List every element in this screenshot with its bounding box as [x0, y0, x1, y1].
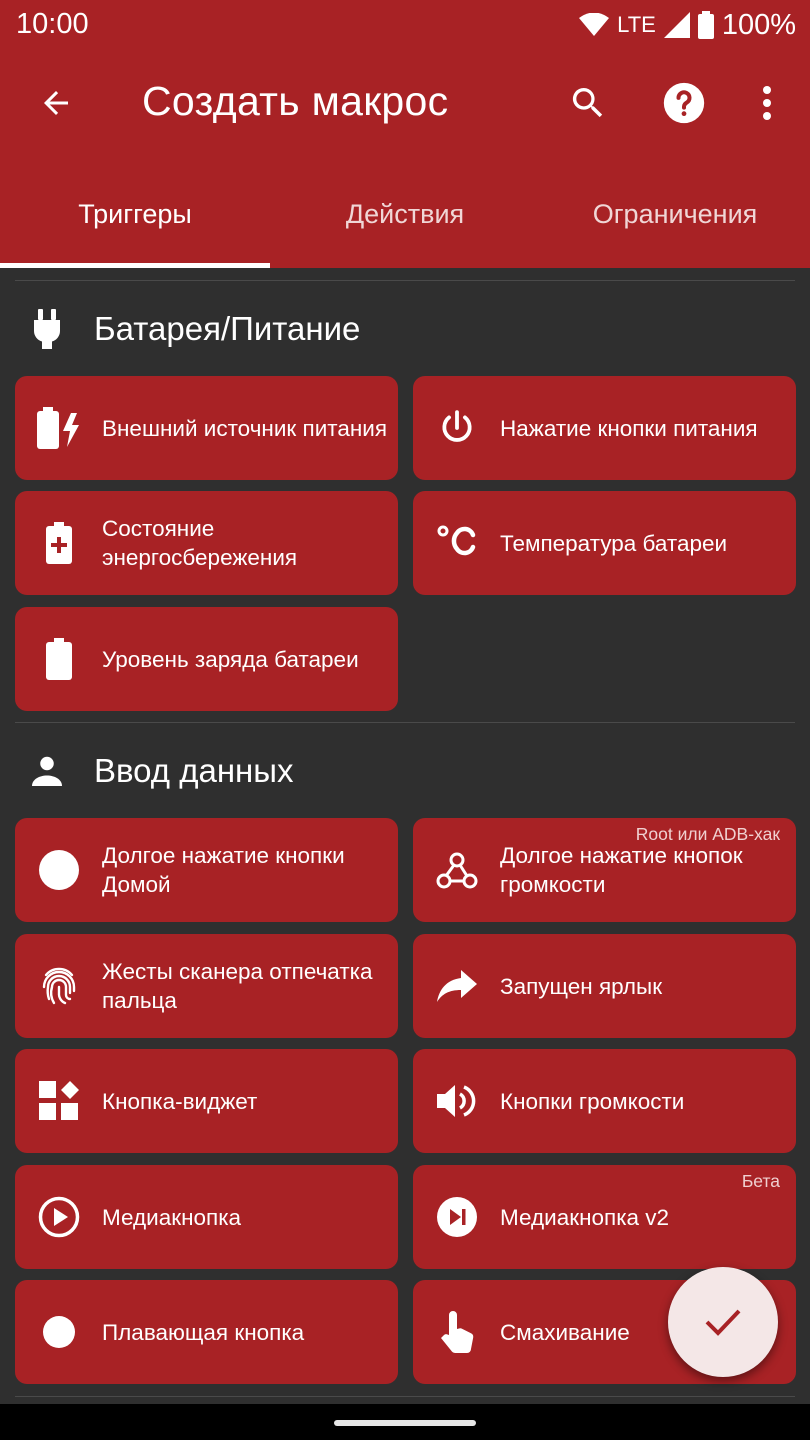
card-label: Состояние энергосбережения: [102, 516, 298, 570]
section-title: Батарея/Питание: [94, 310, 361, 347]
more-vert-icon: [763, 86, 771, 120]
tab-bar: Триггеры Действия Ограничения: [0, 160, 810, 268]
confirm-fab-button[interactable]: [668, 1267, 778, 1377]
trigger-card-home-long-press[interactable]: Долгое нажатие кнопки Домой: [15, 818, 398, 922]
tab-triggers[interactable]: Триггеры: [0, 160, 270, 268]
signal-icon: [663, 12, 690, 38]
card-label: Кнопки громкости: [500, 1088, 685, 1114]
card-label: Нажатие кнопки питания: [500, 415, 758, 441]
webhook-icon: [435, 848, 479, 892]
trigger-card-media-button-v2[interactable]: Бета Медиакнопка v2: [413, 1165, 796, 1269]
trigger-card-power-saving[interactable]: Состояние энергосбережения: [15, 491, 398, 595]
status-time: 10:00: [16, 8, 89, 40]
person-icon: [26, 750, 68, 792]
battery-icon: [37, 637, 81, 681]
card-label: Медиакнопка: [102, 1204, 242, 1230]
back-button[interactable]: [24, 71, 88, 135]
card-label: Температура батареи: [500, 530, 728, 556]
app-bar: 10:00 LTE 100% Создать макрос Триггеры Д…: [0, 0, 810, 268]
card-label: Уровень заряда батареи: [102, 646, 359, 672]
fingerprint-icon: [37, 964, 81, 1008]
power-icon: [435, 406, 479, 450]
wifi-icon: [579, 13, 610, 36]
status-bar: 10:00 LTE 100%: [0, 0, 810, 50]
gesture-handle[interactable]: [334, 1420, 476, 1426]
trigger-card-battery-level[interactable]: Уровень заряда батареи: [15, 607, 398, 711]
dot-icon: [37, 1310, 81, 1354]
trigger-card-battery-temperature[interactable]: Температура батареи: [413, 491, 796, 595]
celsius-icon: [435, 521, 479, 565]
section-title: Ввод данных: [94, 752, 294, 789]
card-label: Медиакнопка v2: [500, 1204, 670, 1230]
section-header-input: Ввод данных: [0, 740, 810, 804]
search-button[interactable]: [556, 71, 620, 135]
card-label: Жесты сканера отпечатка пальца: [102, 959, 373, 1013]
trigger-card-volume-buttons[interactable]: Кнопки громкости: [413, 1049, 796, 1153]
card-label: Плавающая кнопка: [102, 1319, 305, 1345]
page-title: Создать макрос: [142, 78, 449, 124]
battery-charging-icon: [37, 406, 81, 450]
help-button[interactable]: [652, 71, 716, 135]
tab-actions[interactable]: Действия: [270, 160, 540, 268]
power-plug-icon: [26, 308, 68, 350]
more-options-button[interactable]: [735, 71, 799, 135]
battery-percent: 100%: [721, 8, 796, 41]
volume-icon: [435, 1079, 479, 1123]
play-circle-icon: [37, 1195, 81, 1239]
touch-hand-icon: [435, 1310, 479, 1354]
battery-status-icon: [697, 11, 714, 39]
skip-next-circle-icon: [435, 1195, 479, 1239]
card-label: Долгое нажатие кнопок громкости: [500, 843, 743, 897]
section-header-battery: Батарея/Питание: [0, 298, 810, 362]
card-label: Долгое нажатие кнопки Домой: [102, 843, 345, 897]
share-arrow-icon: [435, 964, 479, 1008]
status-icons: LTE 100%: [579, 8, 796, 42]
trigger-card-external-power[interactable]: Внешний источник питания: [15, 376, 398, 480]
section-divider: [15, 722, 795, 723]
check-icon: [705, 1309, 741, 1336]
trigger-card-power-button[interactable]: Нажатие кнопки питания: [413, 376, 796, 480]
toolbar: Создать макрос: [0, 50, 810, 156]
tab-indicator: [0, 263, 270, 268]
trigger-card-fingerprint-gestures[interactable]: Жесты сканера отпечатка пальца: [15, 934, 398, 1038]
trigger-card-widget-button[interactable]: Кнопка-виджет: [15, 1049, 398, 1153]
battery-saver-icon: [37, 521, 81, 565]
card-label: Внешний источник питания: [102, 415, 388, 441]
circle-icon: [37, 848, 81, 892]
section-divider: [15, 280, 795, 281]
system-nav-bar: [0, 1404, 810, 1440]
card-label: Кнопка-виджет: [102, 1088, 258, 1114]
trigger-card-volume-long-press[interactable]: Root или ADB-хак Долгое нажатие кнопок г…: [413, 818, 796, 922]
arrow-back-icon: [44, 91, 68, 115]
help-icon: [663, 82, 705, 124]
trigger-card-media-button[interactable]: Медиакнопка: [15, 1165, 398, 1269]
section-divider: [15, 1396, 795, 1397]
network-type: LTE: [617, 12, 656, 37]
search-icon: [572, 88, 603, 118]
card-label: Запущен ярлык: [500, 973, 663, 999]
widgets-icon: [37, 1079, 81, 1123]
trigger-card-shortcut-launched[interactable]: Запущен ярлык: [413, 934, 796, 1038]
tab-constraints[interactable]: Ограничения: [540, 160, 810, 268]
trigger-card-floating-button[interactable]: Плавающая кнопка: [15, 1280, 398, 1384]
